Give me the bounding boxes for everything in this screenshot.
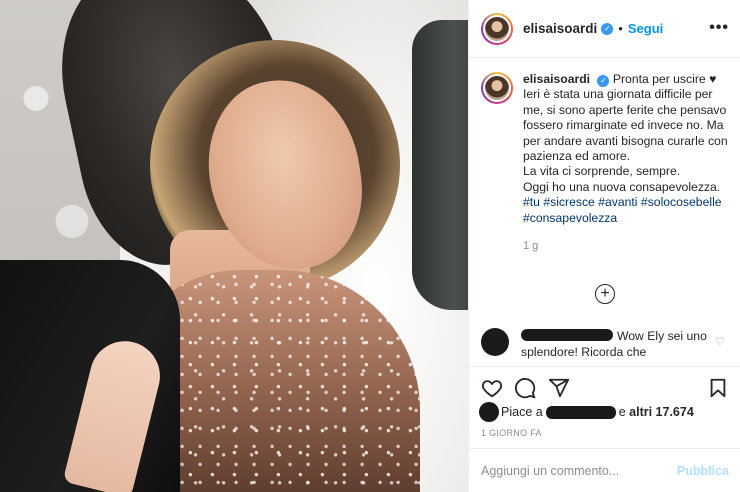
- commenter-avatar-redacted[interactable]: [481, 328, 509, 356]
- likes-summary[interactable]: Piace a e altri 17.674: [479, 402, 694, 422]
- post-side-panel: elisaisoardi ✓ • Segui ••• elisaisoardi …: [468, 0, 740, 492]
- more-options-icon[interactable]: •••: [709, 19, 729, 37]
- share-paper-plane-icon[interactable]: [548, 377, 570, 399]
- like-comment-heart-icon[interactable]: ♡: [715, 335, 725, 348]
- hashtag-link[interactable]: #tu: [523, 195, 540, 209]
- caption-text: elisaisoardi ✓ Pronta per uscire ♥ Ieri …: [523, 72, 729, 226]
- hashtag-link[interactable]: #sicresce: [543, 195, 594, 209]
- follow-button[interactable]: Segui: [628, 21, 663, 36]
- profile-avatar[interactable]: [481, 12, 513, 45]
- caption-paragraph: Ieri è stata una giornata difficile per …: [523, 87, 728, 164]
- post-header: elisaisoardi ✓ • Segui •••: [469, 0, 740, 58]
- comment-text: Wow Ely sei uno splendore! Ricorda che: [521, 328, 711, 366]
- verified-badge-icon: ✓: [601, 22, 614, 35]
- hashtag-link[interactable]: #solocosebelle: [641, 195, 722, 209]
- likes-prefix: Piace a: [501, 405, 543, 419]
- liker-name-redacted[interactable]: [545, 405, 616, 419]
- caption-avatar[interactable]: [481, 72, 513, 104]
- black-heart-icon: ♥: [709, 72, 717, 86]
- like-heart-icon[interactable]: [481, 377, 503, 399]
- likes-count[interactable]: altri 17.674: [629, 405, 694, 419]
- caption-time-ago: 1 g: [523, 240, 539, 253]
- commenter-name-redacted[interactable]: [521, 329, 613, 341]
- comment-bubble-icon[interactable]: [514, 377, 536, 399]
- post-date[interactable]: 1 GIORNO FA: [481, 428, 542, 438]
- bookmark-icon[interactable]: [707, 377, 729, 399]
- photo-handbag: [412, 20, 468, 310]
- add-comment-bar: Pubblica: [469, 448, 740, 492]
- caption-paragraph: Oggi ho una nuova consapevolezza.: [523, 179, 721, 194]
- hashtag-link[interactable]: #avanti: [598, 195, 637, 209]
- caption-paragraph: La vita ci sorprende, sempre.: [523, 164, 681, 179]
- caption-section: elisaisoardi ✓ Pronta per uscire ♥ Ieri …: [481, 72, 731, 252]
- publish-button[interactable]: Pubblica: [677, 464, 729, 478]
- comment-item: Wow Ely sei uno splendore! Ricorda che ♡: [481, 328, 733, 366]
- header-separator: •: [618, 21, 623, 36]
- caption-username[interactable]: elisaisoardi: [523, 72, 590, 86]
- caption-first-line: Pronta per uscire: [612, 72, 706, 86]
- likes-connector: e: [618, 405, 626, 419]
- verified-badge-icon: ✓: [597, 74, 610, 87]
- post-username[interactable]: elisaisoardi: [523, 21, 597, 36]
- load-more-comments-icon[interactable]: +: [595, 284, 615, 304]
- comment-input[interactable]: [481, 463, 677, 478]
- liker-avatar-redacted: [479, 402, 499, 422]
- hashtag-link[interactable]: #consapevolezza: [523, 211, 617, 225]
- post-photo[interactable]: [0, 0, 468, 492]
